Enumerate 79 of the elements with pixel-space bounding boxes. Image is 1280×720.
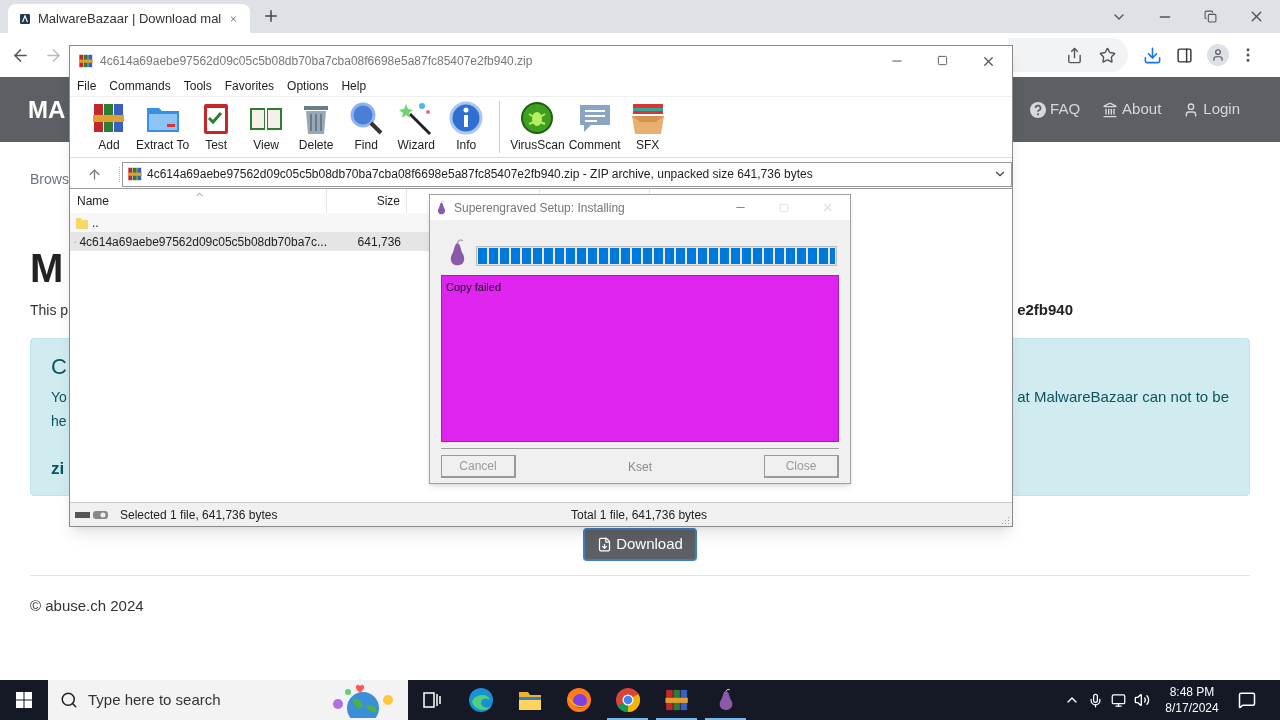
menu-item[interactable]: Tools — [183, 77, 212, 95]
toolbar-button[interactable]: Comment — [566, 100, 623, 154]
task-view-icon — [423, 692, 441, 708]
new-tab-icon[interactable] — [262, 7, 280, 25]
toolbar-button[interactable]: Find — [341, 100, 392, 154]
log-line: Copy failed — [446, 280, 503, 294]
window-title: 4c614a69aebe97562d09c05c5b08db70ba7cba08f6698e5a87fc85407e2fb940.zip — [100, 53, 533, 70]
toolbar-button[interactable]: Wizard — [391, 100, 442, 154]
toolbar-button[interactable]: Extract To — [134, 100, 192, 154]
page-heading: M — [30, 245, 64, 292]
notification-icon[interactable] — [1238, 691, 1256, 709]
tab-title: MalwareBazaar | Download mal — [37, 9, 222, 28]
hash-text: e2fb940 — [1017, 299, 1073, 320]
folder-icon — [75, 215, 89, 230]
network-icon[interactable] — [1111, 692, 1126, 708]
side-panel-icon[interactable] — [1176, 46, 1193, 64]
resize-grip-icon[interactable] — [1000, 514, 1010, 525]
nav-link[interactable]: About — [1102, 98, 1162, 121]
profile-icon[interactable] — [1207, 44, 1229, 66]
dialog-title: Superengraved Setup: Installing — [454, 199, 625, 217]
books-icon — [127, 166, 143, 182]
toolbar-button[interactable]: SFX — [622, 100, 673, 154]
wave-circle-icon — [467, 687, 494, 713]
bug-icon — [519, 100, 556, 136]
toolbar-button[interactable]: Add — [84, 100, 134, 154]
maximize-icon[interactable] — [937, 54, 948, 66]
clock[interactable]: 8:48 PM 8/17/2024 — [1160, 684, 1224, 716]
books-icon — [663, 687, 690, 713]
toolbar-button[interactable]: Delete — [291, 100, 342, 154]
menu-item[interactable]: File — [77, 77, 97, 95]
download-icon[interactable] — [1143, 45, 1162, 65]
alert-heading: C — [51, 353, 67, 381]
download-button[interactable]: Download — [583, 528, 697, 561]
menu-item[interactable]: Help — [341, 77, 367, 95]
breadcrumb: Brows — [30, 170, 69, 189]
building-icon — [1102, 101, 1119, 118]
windows-icon — [16, 692, 32, 708]
status-text: Total 1 file, 641,736 bytes — [571, 506, 708, 524]
password-label: zi — [51, 458, 65, 480]
toolbar-button[interactable]: Info — [441, 100, 492, 154]
bookmark-icon[interactable] — [1099, 46, 1116, 64]
file-download-icon — [597, 537, 613, 552]
fox-circle-icon — [565, 687, 592, 713]
tricolor-circle-icon — [614, 687, 641, 713]
books-icon — [78, 53, 94, 69]
menu-item[interactable]: Options — [287, 77, 329, 95]
browser-tab[interactable]: MalwareBazaar | Download mal — [8, 4, 250, 33]
footer-text: © abuse.ch 2024 — [30, 596, 144, 616]
pear-icon — [436, 199, 447, 216]
status-text: Selected 1 file, 641,736 bytes — [120, 506, 279, 524]
search-icon — [60, 691, 78, 709]
address-bar[interactable] — [1008, 38, 1128, 72]
site-brand[interactable]: MA — [28, 91, 66, 128]
intro-text: This p — [30, 300, 69, 320]
magnifier-icon — [348, 100, 385, 136]
microphone-icon[interactable] — [1088, 692, 1103, 708]
brand-text: Kset — [628, 458, 652, 476]
restore-icon[interactable] — [1204, 10, 1217, 23]
toolbar-button[interactable]: Test — [191, 100, 242, 154]
drive-icon — [75, 509, 109, 520]
alert-text: he — [51, 412, 67, 431]
up-icon[interactable] — [87, 166, 102, 182]
search-field[interactable]: Type here to search — [48, 680, 408, 720]
file-row[interactable]: .. — [70, 213, 430, 232]
path-dropdown[interactable]: 4c614a69aebe97562d09c05c5b08db70ba7cba08f6698e5a87fc85407e2fb940.zip - ZIP archive, unpacked size 641,736 bytes — [122, 161, 1012, 187]
info-icon — [448, 100, 485, 136]
menu-item[interactable]: Favorites — [224, 77, 275, 95]
share-icon[interactable] — [1066, 46, 1083, 64]
toolbar-button[interactable]: View — [241, 100, 292, 154]
nav-link[interactable]: Login — [1183, 98, 1240, 121]
question-icon — [1030, 101, 1047, 118]
menu-item[interactable]: Commands — [109, 77, 171, 95]
file-row[interactable]: 4c614a69aebe97562d09c05c5b08db70ba7c... 641,736 — [70, 232, 430, 251]
volume-icon[interactable] — [1134, 692, 1150, 708]
alert-text: Yo — [51, 387, 67, 407]
globe-drawing — [330, 682, 396, 718]
toolbar-button[interactable]: VirusScan — [508, 100, 567, 154]
alert-text: at MalwareBazaar can not to be — [1017, 386, 1229, 407]
nav-link[interactable]: FAQ — [1030, 98, 1081, 121]
